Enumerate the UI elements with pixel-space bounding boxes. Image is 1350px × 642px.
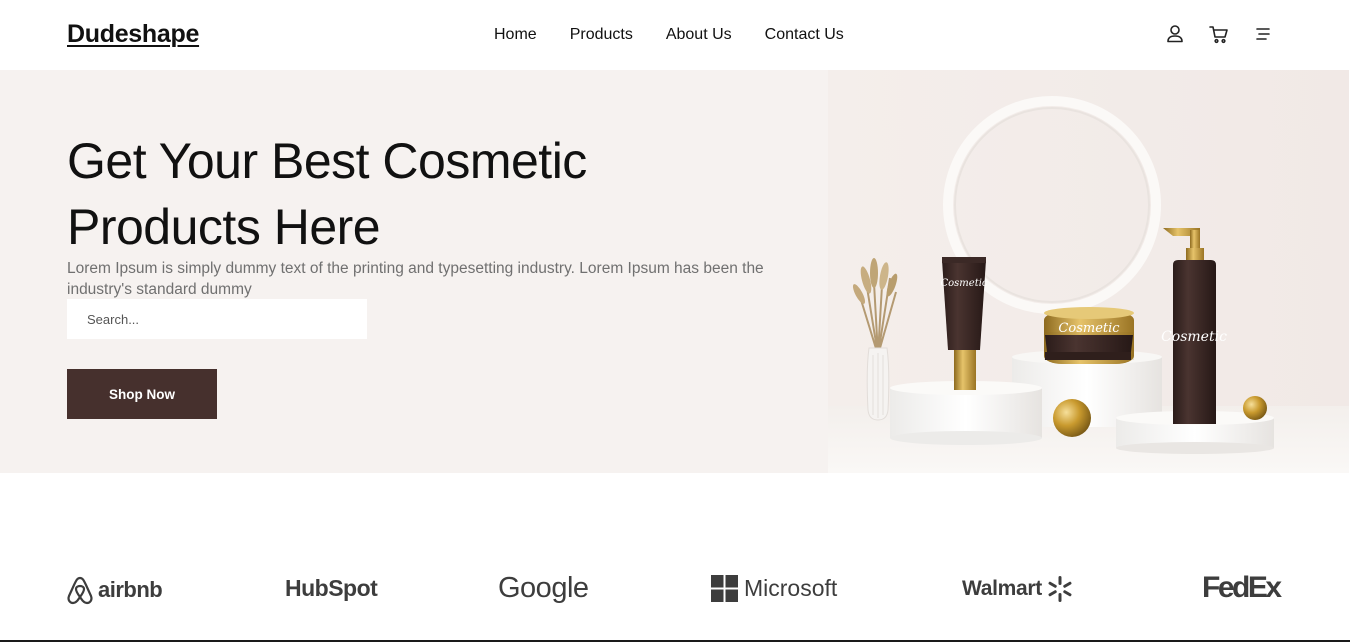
brand-microsoft: Microsoft — [711, 575, 837, 602]
nav-contact-us[interactable]: Contact Us — [765, 25, 844, 45]
main-nav: Home Products About Us Contact Us — [494, 25, 844, 45]
jar-label: Cosmetic — [1058, 321, 1120, 336]
search-input[interactable] — [67, 299, 367, 339]
brand-hubspot: HubSpot — [285, 575, 378, 602]
hero-title-line1: Get Your Best Cosmetic — [67, 133, 587, 189]
logo[interactable]: Dudeshape — [67, 20, 199, 49]
nav-about-us[interactable]: About Us — [666, 25, 732, 45]
airbnb-icon — [67, 576, 93, 605]
cart-icon[interactable] — [1207, 22, 1231, 46]
header-icons — [1163, 22, 1275, 46]
brand-walmart: Walmart — [962, 575, 1074, 603]
hero-title-line2: Products Here — [67, 199, 381, 255]
brand-fedex: FedEx — [1202, 571, 1282, 605]
tube-label: Cosmetic — [940, 278, 987, 289]
user-icon[interactable] — [1163, 22, 1187, 46]
product-jar: Cosmetic — [1044, 307, 1134, 364]
brand-name: Microsoft — [744, 575, 838, 601]
brand-name: airbnb — [98, 577, 163, 602]
nav-home[interactable]: Home — [494, 25, 537, 45]
hero-product-image: Cosmetic Cosmetic Cosmetic — [828, 70, 1349, 473]
brand-name: FedEx — [1202, 571, 1282, 604]
site-header: Dudeshape Home Products About Us Contact… — [0, 0, 1350, 70]
brand-google: Google — [498, 572, 589, 605]
gold-sphere-small — [1243, 396, 1267, 420]
brand-airbnb: airbnb — [66, 575, 163, 605]
hero-description: Lorem Ipsum is simply dummy text of the … — [67, 260, 764, 298]
menu-icon[interactable] — [1251, 22, 1275, 46]
brand-name: Walmart — [962, 577, 1042, 600]
brand-name: Google — [498, 572, 589, 604]
pump-label: Cosmetic — [1161, 329, 1227, 345]
hero-title: Get Your Best Cosmetic Products Here — [67, 128, 747, 260]
brand-logos: airbnb HubSpot Google Microsoft Walmart … — [0, 560, 1350, 630]
gold-sphere-large — [1053, 399, 1091, 437]
shop-now-button[interactable]: Shop Now — [67, 369, 217, 419]
hero-section: Get Your Best Cosmetic Products Here Lor… — [0, 70, 1349, 473]
nav-products[interactable]: Products — [570, 25, 633, 45]
walmart-spark-icon — [1048, 576, 1072, 602]
microsoft-icon — [711, 575, 738, 602]
brand-name: HubSpot — [285, 575, 378, 601]
